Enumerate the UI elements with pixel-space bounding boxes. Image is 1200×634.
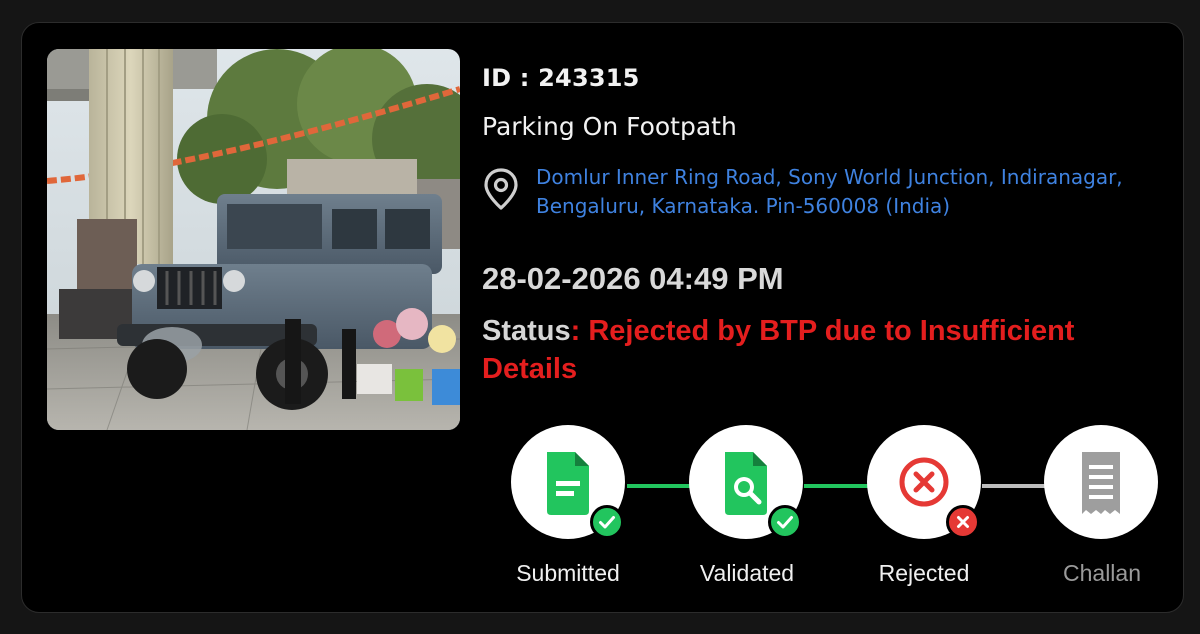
report-status: Status: Rejected by BTP due to Insuffici… (482, 312, 1172, 388)
check-badge-icon (590, 505, 624, 539)
status-value: : Rejected by BTP due to Insufficient De… (482, 315, 1075, 385)
vehicle-photo[interactable] (47, 49, 460, 430)
receipt-icon (1082, 452, 1120, 514)
x-badge-icon (946, 505, 980, 539)
stepper-connector-1 (627, 484, 697, 488)
report-id: ID : 243315 (482, 64, 640, 92)
step-submitted (511, 425, 625, 539)
location-address[interactable]: Domlur Inner Ring Road, Sony World Junct… (536, 163, 1136, 221)
step-label-submitted: Submitted (516, 560, 620, 586)
step-challan (1044, 425, 1158, 539)
violation-type: Parking On Footpath (482, 112, 737, 141)
step-label-validated: Validated (699, 560, 795, 586)
status-label: Status (482, 315, 571, 347)
step-validated (689, 425, 803, 539)
location-pin-icon (482, 167, 520, 211)
stepper-connector-2 (804, 484, 874, 488)
check-badge-icon (768, 505, 802, 539)
step-label-rejected: Rejected (878, 560, 970, 586)
step-label-challan: Challan (1063, 560, 1141, 586)
step-rejected (867, 425, 981, 539)
vehicle-photo-illustration (47, 49, 460, 430)
violation-report-card: ID : 243315 Parking On Footpath Domlur I… (21, 22, 1184, 613)
report-datetime: 28-02-2026 04:49 PM (482, 261, 784, 296)
stepper-connector-3 (982, 484, 1052, 488)
